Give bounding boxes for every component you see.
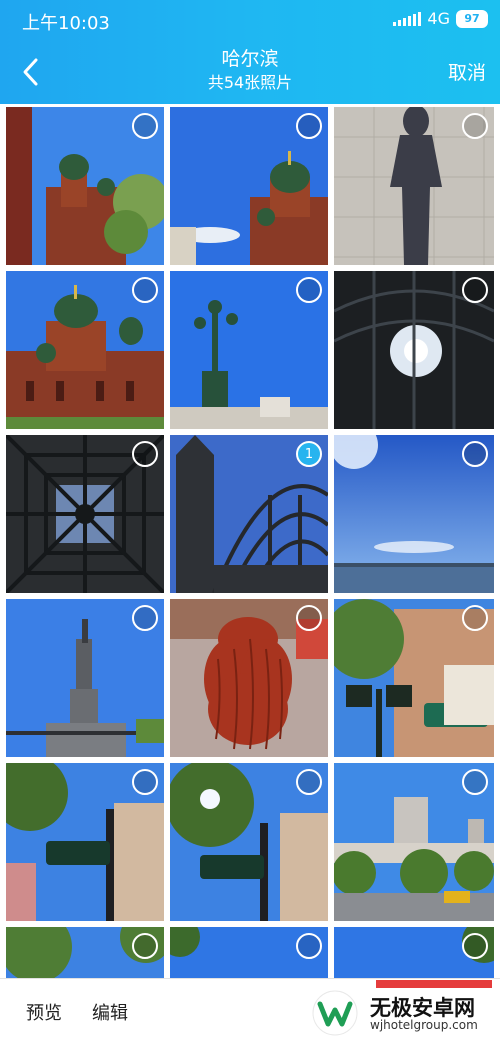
select-circle[interactable] [462, 605, 488, 631]
photo-tile[interactable] [334, 271, 494, 429]
select-circle[interactable] [132, 933, 158, 959]
status-indicators: 4G 97 [393, 9, 488, 28]
photo-tile[interactable] [170, 763, 328, 921]
battery-level: 97 [464, 12, 480, 25]
status-time: 上午10:03 [22, 13, 110, 34]
select-circle[interactable] [462, 933, 488, 959]
photo-tile[interactable] [170, 107, 328, 265]
album-title: 哈尔滨 [221, 48, 279, 70]
photo-grid: 1 [0, 104, 500, 978]
back-arrow-icon[interactable] [16, 54, 46, 90]
select-circle[interactable] [296, 769, 322, 795]
select-circle[interactable] [296, 277, 322, 303]
title-block: 哈尔滨 共54张照片 [100, 46, 400, 94]
photo-tile[interactable] [170, 271, 328, 429]
select-circle[interactable] [132, 277, 158, 303]
select-circle[interactable] [296, 113, 322, 139]
watermark-logo-icon [312, 990, 358, 1036]
photo-count: 共54张照片 [207, 73, 293, 92]
photo-tile[interactable] [170, 927, 328, 978]
select-circle-checked[interactable]: 1 [296, 441, 322, 467]
photo-tile[interactable] [6, 107, 164, 265]
status-bar: 上午10:03 4G 97 [0, 0, 500, 40]
photo-tile[interactable] [6, 927, 164, 978]
header: 上午10:03 4G 97 哈尔滨 共54张照片 取消 [0, 0, 500, 104]
select-circle[interactable] [462, 277, 488, 303]
edit-button[interactable]: 编辑 [92, 999, 128, 1025]
title-bar: 哈尔滨 共54张照片 取消 [0, 40, 500, 104]
photo-tile[interactable] [334, 435, 494, 593]
select-circle[interactable] [462, 113, 488, 139]
signal-icon [393, 11, 422, 26]
photo-tile[interactable] [334, 927, 494, 978]
select-circle[interactable] [132, 769, 158, 795]
photo-tile[interactable]: 1 [170, 435, 328, 593]
selection-index: 1 [304, 446, 314, 462]
photo-tile[interactable] [6, 271, 164, 429]
select-circle[interactable] [462, 769, 488, 795]
photo-tile[interactable] [6, 599, 164, 757]
cancel-button[interactable]: 取消 [448, 58, 486, 85]
photo-tile[interactable] [334, 107, 494, 265]
watermark: 无极安卓网 wjhotelgroup.com [300, 986, 500, 1042]
watermark-url: wjhotelgroup.com [370, 1018, 478, 1032]
network-type: 4G [427, 9, 450, 28]
battery-icon: 97 [456, 9, 488, 28]
select-circle[interactable] [132, 441, 158, 467]
photo-tile[interactable] [170, 599, 328, 757]
preview-button[interactable]: 预览 [26, 999, 62, 1025]
select-circle[interactable] [132, 605, 158, 631]
photo-tile[interactable] [334, 599, 494, 757]
select-circle[interactable] [462, 441, 488, 467]
photo-tile[interactable] [6, 435, 164, 593]
photo-tile[interactable] [334, 763, 494, 921]
photo-tile[interactable] [6, 763, 164, 921]
select-circle[interactable] [132, 113, 158, 139]
select-circle[interactable] [296, 605, 322, 631]
select-circle[interactable] [296, 933, 322, 959]
